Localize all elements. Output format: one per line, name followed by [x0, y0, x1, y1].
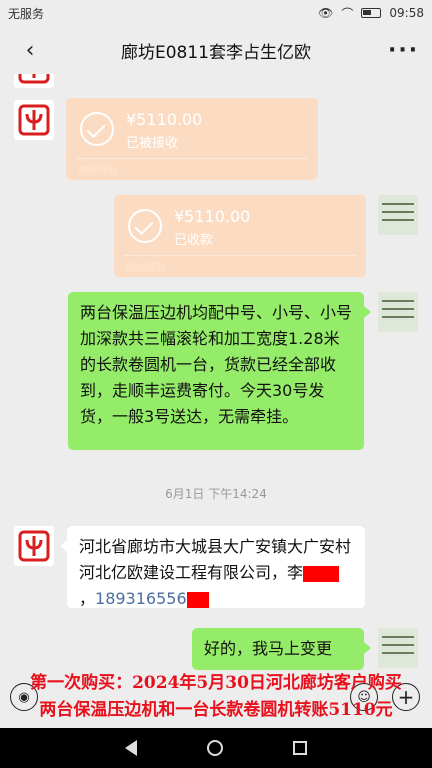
redaction-mark: [303, 565, 340, 582]
transfer-amount: ¥5110.00: [126, 110, 203, 129]
transfer-card[interactable]: ¥5110.00 已收款 微信转账: [114, 195, 366, 277]
navigation-bar: [0, 728, 432, 768]
caption-line: 两台保温压边机和一台长款卷圆机转账5110元: [39, 700, 393, 720]
message-bubble[interactable]: 河北省廊坊市大城县大广安镇大广安村河北亿欧建设工程有限公司，李，18931655…: [67, 526, 365, 608]
caption-line: 第一次购买：2024年5月30日河北廊坊客户购买: [30, 673, 402, 693]
divider: [124, 255, 356, 256]
back-button[interactable]: ‹: [16, 38, 44, 63]
transfer-amount: ¥5110.00: [174, 207, 251, 226]
bubble-tail: [364, 306, 371, 318]
more-options-button[interactable]: ···: [388, 38, 417, 63]
company-logo-icon: [18, 104, 50, 136]
divider: [76, 158, 308, 159]
transfer-card[interactable]: ¥5110.00 已被接收 微信转账: [66, 98, 318, 180]
redaction-mark: [186, 591, 209, 608]
wifi-icon: ⌒: [341, 6, 354, 21]
chat-area[interactable]: ¥5110.00 已被接收 微信转账 ¥5110.00 已收款 微信转账 两台保…: [0, 74, 432, 728]
transfer-brand: 微信转账: [126, 263, 166, 274]
nav-recent-icon[interactable]: [293, 741, 307, 755]
transfer-state: 已收款: [174, 233, 214, 248]
check-icon: [80, 112, 114, 146]
timestamp: 6月1日 下午14:24: [165, 487, 267, 501]
chat-title: 廊坊E0811套李占生亿欧: [120, 42, 311, 63]
transfer-brand: 微信转账: [78, 166, 118, 177]
avatar[interactable]: [378, 195, 418, 235]
avatar[interactable]: [14, 100, 54, 140]
title-bar: ‹ 廊坊E0811套李占生亿欧 ···: [0, 26, 432, 74]
nav-back-icon[interactable]: [125, 740, 137, 756]
carrier-label: 无服务: [8, 6, 45, 21]
message-bubble[interactable]: 好的，我马上变更: [192, 628, 364, 670]
bubble-tail: [60, 540, 67, 552]
message-bubble[interactable]: 两台保温压边机均配中号、小号、小号加深款共三幅滚轮和加工宽度1.28米的长款卷圆…: [68, 292, 364, 450]
phone-link[interactable]: 189316556: [95, 589, 187, 608]
battery-icon: [361, 8, 382, 18]
avatar[interactable]: [378, 292, 418, 332]
clock-time: 09:58: [389, 6, 424, 20]
check-icon: [128, 209, 162, 243]
status-icons: 👁 ⌒ 09:58: [318, 5, 424, 22]
nav-home-icon[interactable]: [207, 740, 223, 756]
avatar[interactable]: [14, 74, 54, 88]
status-bar: 无服务 👁 ⌒ 09:58: [0, 0, 432, 26]
transfer-state: 已被接收: [126, 136, 179, 151]
avatar[interactable]: [14, 526, 54, 566]
contact-name: 李: [287, 563, 304, 582]
bubble-tail: [364, 642, 371, 654]
company-logo-icon: [18, 530, 50, 562]
caption-overlay: 第一次购买：2024年5月30日河北廊坊客户购买 两台保温压边机和一台长款卷圆机…: [0, 670, 432, 728]
avatar[interactable]: [378, 628, 418, 668]
separator: ，: [79, 589, 96, 608]
company-logo-icon: [18, 74, 50, 84]
eye-icon: 👁: [318, 6, 334, 20]
